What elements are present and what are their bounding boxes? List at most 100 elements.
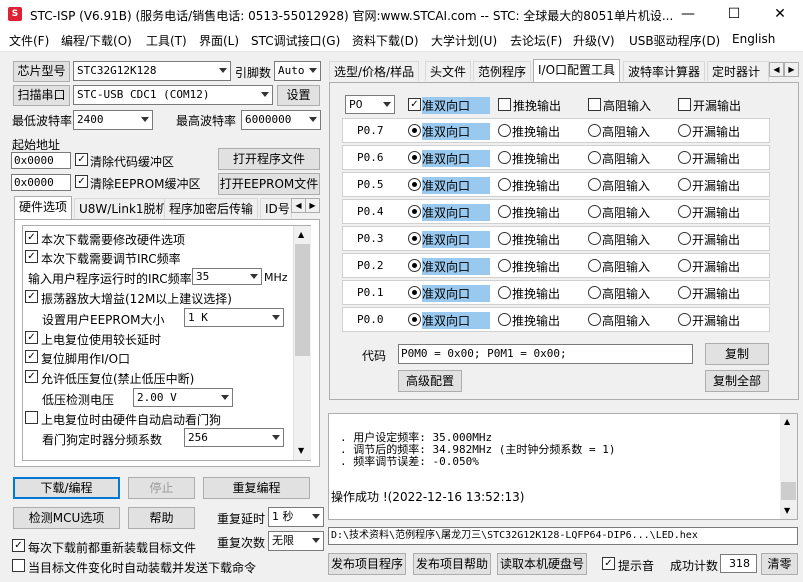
- right-tab-scroll-right-icon[interactable]: ▶: [784, 62, 799, 77]
- file-path-field[interactable]: D:\技术资料\范例程序\屠龙刀三\STC32G12K128-LQFP64-DI…: [328, 527, 798, 545]
- high-z-radio[interactable]: [588, 151, 601, 164]
- port-select[interactable]: STC-USB CDC1 (COM12): [73, 85, 273, 105]
- stop-button[interactable]: 停止: [128, 477, 195, 499]
- repeat-delay-select[interactable]: 1 秒: [268, 507, 324, 527]
- high-z-radio[interactable]: [588, 178, 601, 191]
- pin-count-select[interactable]: Auto: [274, 61, 321, 81]
- copy-all-button[interactable]: 复制全部: [705, 370, 769, 392]
- right-tab-scroll-left-icon[interactable]: ◀: [769, 62, 784, 77]
- menu-upgrade[interactable]: 升级(V): [573, 32, 615, 49]
- high-z-radio[interactable]: [588, 259, 601, 272]
- scroll-up-icon[interactable]: ▲: [298, 230, 304, 239]
- reload-before-download-checkbox[interactable]: ✓: [12, 539, 25, 552]
- chip-model-button[interactable]: 芯片型号: [13, 61, 70, 82]
- menu-university[interactable]: 大学计划(U): [431, 32, 497, 49]
- tab-selection-price[interactable]: 选型/价格/样品: [329, 61, 420, 81]
- high-z-radio[interactable]: [588, 313, 601, 326]
- auto-watchdog-checkbox[interactable]: [25, 411, 38, 424]
- push-pull-radio[interactable]: [498, 313, 511, 326]
- high-z-radio[interactable]: [588, 286, 601, 299]
- eeprom-start-address-input[interactable]: 0x0000: [11, 174, 71, 191]
- all-open-drain-checkbox[interactable]: [678, 98, 691, 111]
- menu-debug[interactable]: STC调试接口(G): [251, 32, 340, 49]
- menu-downloads[interactable]: 资料下载(D): [352, 32, 419, 49]
- all-quasi-bidir-checkbox[interactable]: ✓: [408, 98, 421, 111]
- quasi-bidir-radio[interactable]: [408, 232, 421, 245]
- max-baud-select[interactable]: 6000000: [241, 110, 321, 130]
- tab-example-programs[interactable]: 范例程序: [473, 61, 532, 81]
- scan-port-button[interactable]: 扫描串口: [13, 85, 70, 106]
- hw-list-scrollbar[interactable]: ▲ ▼: [293, 226, 311, 460]
- menu-english[interactable]: English: [732, 32, 775, 46]
- menu-usb-driver[interactable]: USB驱动程序(D): [629, 32, 720, 49]
- close-button[interactable]: ✕: [757, 0, 803, 29]
- high-z-radio[interactable]: [588, 232, 601, 245]
- quasi-bidir-radio[interactable]: [408, 151, 421, 164]
- push-pull-radio[interactable]: [498, 205, 511, 218]
- push-pull-radio[interactable]: [498, 151, 511, 164]
- help-button[interactable]: 帮助: [128, 507, 195, 529]
- push-pull-radio[interactable]: [498, 124, 511, 137]
- scroll-down-icon[interactable]: ▼: [298, 446, 304, 455]
- open-eeprom-file-button[interactable]: 打开EEPROM文件: [218, 173, 320, 195]
- wdt-prescaler-select[interactable]: 256: [184, 428, 284, 447]
- push-pull-radio[interactable]: [498, 232, 511, 245]
- tab-u8w-link1[interactable]: U8W/Link1脱机: [74, 198, 173, 218]
- advanced-config-button[interactable]: 高级配置: [398, 370, 462, 392]
- chip-model-select[interactable]: STC32G12K128: [73, 61, 231, 81]
- tab-encrypted-transfer[interactable]: 程序加密后传输: [164, 198, 259, 218]
- quasi-bidir-radio[interactable]: [408, 124, 421, 137]
- maximize-button[interactable]: ☐: [711, 0, 757, 29]
- quasi-bidir-radio[interactable]: [408, 313, 421, 326]
- push-pull-radio[interactable]: [498, 178, 511, 191]
- tab-id-number[interactable]: ID号: [260, 198, 292, 218]
- all-high-z-checkbox[interactable]: [588, 98, 601, 111]
- quasi-bidir-radio[interactable]: [408, 259, 421, 272]
- port-select-dropdown[interactable]: P0: [345, 95, 395, 114]
- scroll-up-icon[interactable]: ▲: [784, 417, 790, 426]
- tab-header-files[interactable]: 头文件: [425, 61, 472, 81]
- tab-baud-calculator[interactable]: 波特率计算器: [623, 61, 706, 81]
- min-baud-select[interactable]: 2400: [73, 110, 153, 130]
- long-reset-delay-checkbox[interactable]: ✓: [25, 331, 38, 344]
- read-disk-id-button[interactable]: 读取本机硬盘号: [497, 553, 587, 575]
- quasi-bidir-radio[interactable]: [408, 205, 421, 218]
- code-output-field[interactable]: P0M0 = 0x00; P0M1 = 0x00;: [398, 344, 693, 364]
- quasi-bidir-radio[interactable]: [408, 178, 421, 191]
- open-drain-radio[interactable]: [678, 286, 691, 299]
- open-drain-radio[interactable]: [678, 178, 691, 191]
- copy-button[interactable]: 复制: [705, 343, 769, 365]
- tab-io-config-tool[interactable]: I/O口配置工具: [533, 59, 621, 82]
- download-program-button[interactable]: 下载/编程: [13, 477, 120, 499]
- scrollbar-thumb[interactable]: [295, 244, 310, 356]
- tab-hardware-options[interactable]: 硬件选项: [14, 196, 73, 219]
- code-start-address-input[interactable]: 0x0000: [11, 152, 71, 169]
- all-push-pull-checkbox[interactable]: [498, 98, 511, 111]
- publish-help-button[interactable]: 发布项目帮助: [413, 553, 491, 575]
- quasi-bidir-radio[interactable]: [408, 286, 421, 299]
- osc-gain-checkbox[interactable]: ✓: [25, 290, 38, 303]
- menu-tools[interactable]: 工具(T): [146, 32, 187, 49]
- push-pull-radio[interactable]: [498, 259, 511, 272]
- high-z-radio[interactable]: [588, 205, 601, 218]
- auto-load-checkbox[interactable]: [12, 559, 25, 572]
- reset-pin-io-checkbox[interactable]: ✓: [25, 350, 38, 363]
- sound-checkbox[interactable]: ✓: [602, 557, 615, 570]
- open-drain-radio[interactable]: [678, 205, 691, 218]
- scrollbar-thumb[interactable]: [781, 482, 796, 500]
- lvd-voltage-select[interactable]: 2.00 V: [133, 388, 233, 407]
- open-drain-radio[interactable]: [678, 151, 691, 164]
- adjust-irc-checkbox[interactable]: ✓: [25, 250, 38, 263]
- port-settings-button[interactable]: 设置: [277, 85, 320, 106]
- modify-hw-options-checkbox[interactable]: ✓: [25, 231, 38, 244]
- open-drain-radio[interactable]: [678, 124, 691, 137]
- repeat-program-button[interactable]: 重复编程: [203, 477, 310, 499]
- irc-frequency-select[interactable]: 35: [192, 268, 262, 285]
- clear-eeprom-checkbox[interactable]: ✓: [75, 175, 88, 188]
- tab-timer-calculator[interactable]: 定时器计: [707, 61, 769, 81]
- menu-file[interactable]: 文件(F): [9, 32, 49, 49]
- tab-scroll-left-icon[interactable]: ◀: [291, 198, 306, 213]
- menu-interface[interactable]: 界面(L): [199, 32, 239, 49]
- push-pull-radio[interactable]: [498, 286, 511, 299]
- repeat-count-select[interactable]: 无限: [268, 531, 324, 551]
